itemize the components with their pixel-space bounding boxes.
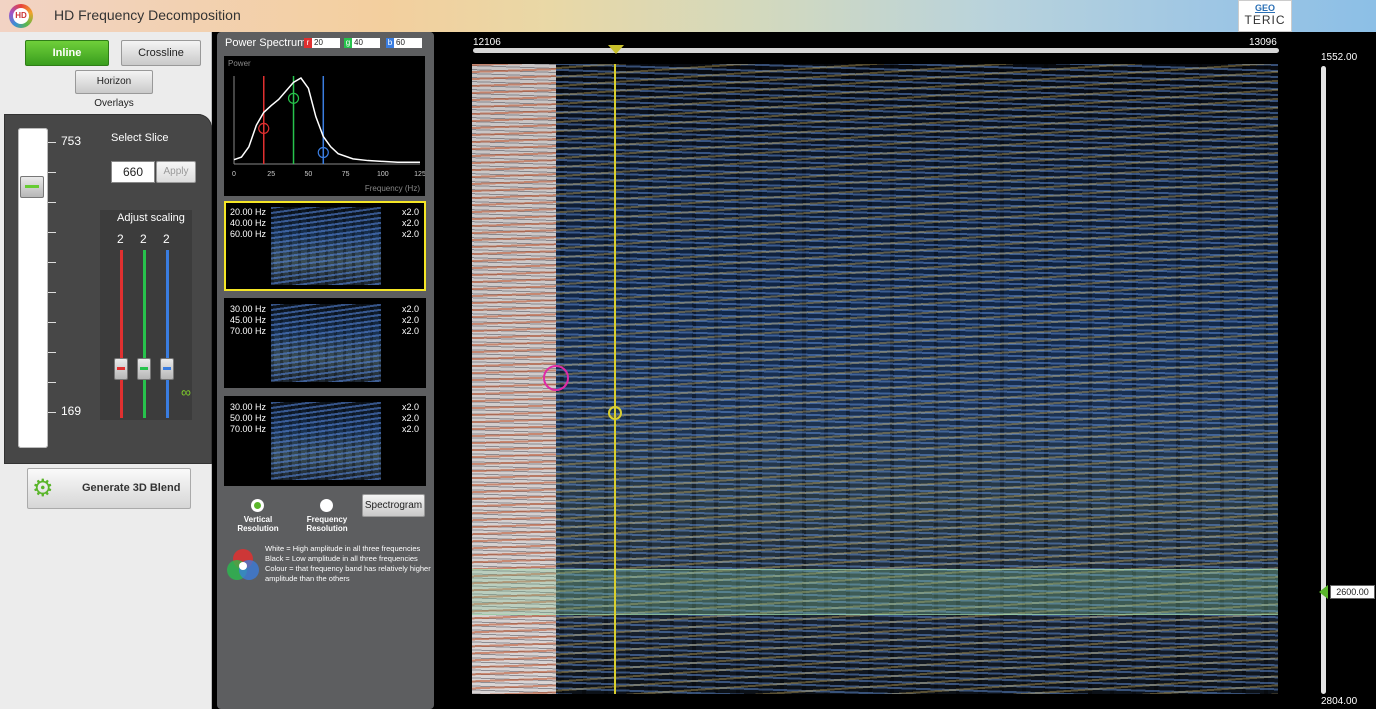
trace-end-label: 13096 bbox=[1249, 37, 1277, 48]
apply-button[interactable]: Apply bbox=[156, 161, 196, 183]
tile-frequencies: 30.00 Hz 50.00 Hz 70.00 Hz bbox=[230, 402, 267, 434]
frequency-tile[interactable]: 30.00 Hz 45.00 Hz 70.00 Hz x2.0 x2.0 x2.0 bbox=[224, 298, 426, 388]
tile-multipliers: x2.0 x2.0 x2.0 bbox=[402, 304, 420, 336]
slice-control-box: 753 169 Select Slice 660 Apply Adjust sc… bbox=[4, 114, 212, 464]
frequency-resolution-label: Frequency Resolution bbox=[306, 515, 348, 533]
trace-cursor-handle[interactable] bbox=[608, 406, 622, 420]
vertical-resolution-radio[interactable] bbox=[251, 499, 264, 512]
depth-slider-marker[interactable] bbox=[1319, 585, 1328, 599]
trace-slider-track[interactable] bbox=[473, 48, 1279, 53]
slider-tick bbox=[48, 172, 56, 173]
frequency-tile[interactable]: 20.00 Hz 40.00 Hz 60.00 Hz x2.0 x2.0 x2.0 bbox=[224, 201, 426, 291]
green-scale-thumb[interactable] bbox=[137, 358, 151, 380]
tile-thumbnail bbox=[271, 304, 381, 382]
legend-white: White = High amplitude in all three freq… bbox=[265, 544, 421, 553]
red-scale-rail[interactable] bbox=[120, 250, 123, 418]
x-tick-label: 125 bbox=[414, 171, 425, 178]
x-axis-label: Frequency (Hz) bbox=[365, 184, 420, 193]
power-spectrum-chart[interactable]: Power Frequency (Hz) 0 25 50 75 100 125 bbox=[224, 56, 426, 196]
app-window: HD HD Frequency Decomposition GEO TERIC … bbox=[0, 0, 1376, 709]
depth-bottom-label: 2804.00 bbox=[1321, 696, 1358, 707]
slice-slider-thumb[interactable] bbox=[20, 176, 44, 198]
red-frequency-input[interactable]: r 20 bbox=[304, 38, 340, 48]
blue-frequency-input[interactable]: b 60 bbox=[386, 38, 422, 48]
adjust-scaling-label: Adjust scaling bbox=[117, 212, 185, 224]
tile-multipliers: x2.0 x2.0 x2.0 bbox=[402, 402, 420, 434]
left-control-panel: Inline Crossline Horizon Overlays 753 16… bbox=[0, 32, 212, 709]
title-bar: HD HD Frequency Decomposition GEO TERIC bbox=[0, 0, 1376, 32]
slider-tick bbox=[48, 382, 56, 383]
rgb-colour-wheel-icon bbox=[227, 549, 259, 580]
slice-input[interactable]: 660 bbox=[111, 161, 155, 183]
slider-tick bbox=[48, 202, 56, 203]
gears-icon: ⚙ bbox=[32, 475, 54, 502]
slice-max-label: 753 bbox=[61, 134, 82, 148]
legend-colour: Colour = that frequency band has relativ… bbox=[265, 564, 431, 583]
tile-frequencies: 20.00 Hz 40.00 Hz 60.00 Hz bbox=[230, 207, 267, 239]
pick-marker[interactable] bbox=[543, 365, 569, 391]
depth-slider-track[interactable] bbox=[1321, 66, 1326, 694]
seismic-section-view[interactable] bbox=[472, 64, 1278, 694]
x-tick-label: 0 bbox=[232, 171, 236, 178]
red-scale-thumb[interactable] bbox=[114, 358, 128, 380]
link-icon[interactable]: ∞ bbox=[181, 384, 191, 400]
blue-scale-value: 2 bbox=[163, 232, 170, 246]
crossline-button[interactable]: Crossline bbox=[121, 40, 201, 66]
slider-tick bbox=[48, 412, 56, 413]
legend-black: Black = Low amplitude in all three frequ… bbox=[265, 554, 418, 563]
tile-multipliers: x2.0 x2.0 x2.0 bbox=[402, 207, 420, 239]
slider-tick bbox=[48, 322, 56, 323]
x-tick-label: 25 bbox=[267, 171, 275, 178]
green-scale-rail[interactable] bbox=[143, 250, 146, 418]
generate-3d-blend-button[interactable]: ⚙ Generate 3D Blend bbox=[27, 468, 191, 509]
horizon-overlays-button[interactable]: Horizon Overlays bbox=[75, 70, 153, 109]
y-axis-label: Power bbox=[228, 59, 251, 68]
trace-start-label: 12106 bbox=[473, 37, 501, 48]
depth-top-label: 1552.00 bbox=[1321, 52, 1358, 63]
frequency-tile[interactable]: 30.00 Hz 50.00 Hz 70.00 Hz x2.0 x2.0 x2.0 bbox=[224, 396, 426, 486]
generate-3d-blend-label: Generate 3D Blend bbox=[82, 482, 181, 494]
horizon-overlay-band bbox=[472, 569, 1278, 615]
spectrogram-button[interactable]: Spectrogram bbox=[362, 494, 425, 517]
x-tick-label: 50 bbox=[305, 171, 313, 178]
colour-legend: White = High amplitude in all three freq… bbox=[265, 544, 435, 584]
depth-marker-value: 2600.00 bbox=[1330, 585, 1375, 599]
app-title: HD Frequency Decomposition bbox=[54, 7, 241, 23]
vertical-resolution-label: Vertical Resolution bbox=[237, 515, 279, 533]
brand-logo: GEO TERIC bbox=[1238, 0, 1292, 32]
app-logo: HD bbox=[9, 4, 33, 28]
slider-tick bbox=[48, 292, 56, 293]
slider-tick bbox=[48, 262, 56, 263]
blue-scale-thumb[interactable] bbox=[160, 358, 174, 380]
frequency-resolution-radio[interactable] bbox=[320, 499, 333, 512]
slice-min-label: 169 bbox=[61, 404, 82, 418]
inline-button[interactable]: Inline bbox=[25, 40, 109, 66]
power-spectrum-svg: Power Frequency (Hz) 0 25 50 75 100 125 bbox=[228, 59, 426, 193]
tile-thumbnail bbox=[271, 402, 381, 480]
trace-cursor-line[interactable] bbox=[614, 64, 616, 694]
power-spectrum-title: Power Spectrum bbox=[225, 37, 307, 49]
frequency-panel: Power Spectrum r 20 g 40 b 60 Power Frequen… bbox=[217, 32, 434, 709]
tile-frequencies: 30.00 Hz 45.00 Hz 70.00 Hz bbox=[230, 304, 267, 336]
x-tick-label: 100 bbox=[377, 171, 389, 178]
trace-slider-marker[interactable] bbox=[608, 45, 624, 54]
slider-tick bbox=[48, 352, 56, 353]
tile-thumbnail bbox=[271, 207, 381, 285]
slider-tick bbox=[48, 232, 56, 233]
red-scale-value: 2 bbox=[117, 232, 124, 246]
slider-tick bbox=[48, 142, 56, 143]
select-slice-label: Select Slice bbox=[111, 132, 169, 144]
green-scale-value: 2 bbox=[140, 232, 147, 246]
blue-scale-rail[interactable] bbox=[166, 250, 169, 418]
x-tick-label: 75 bbox=[342, 171, 350, 178]
green-frequency-input[interactable]: g 40 bbox=[344, 38, 380, 48]
